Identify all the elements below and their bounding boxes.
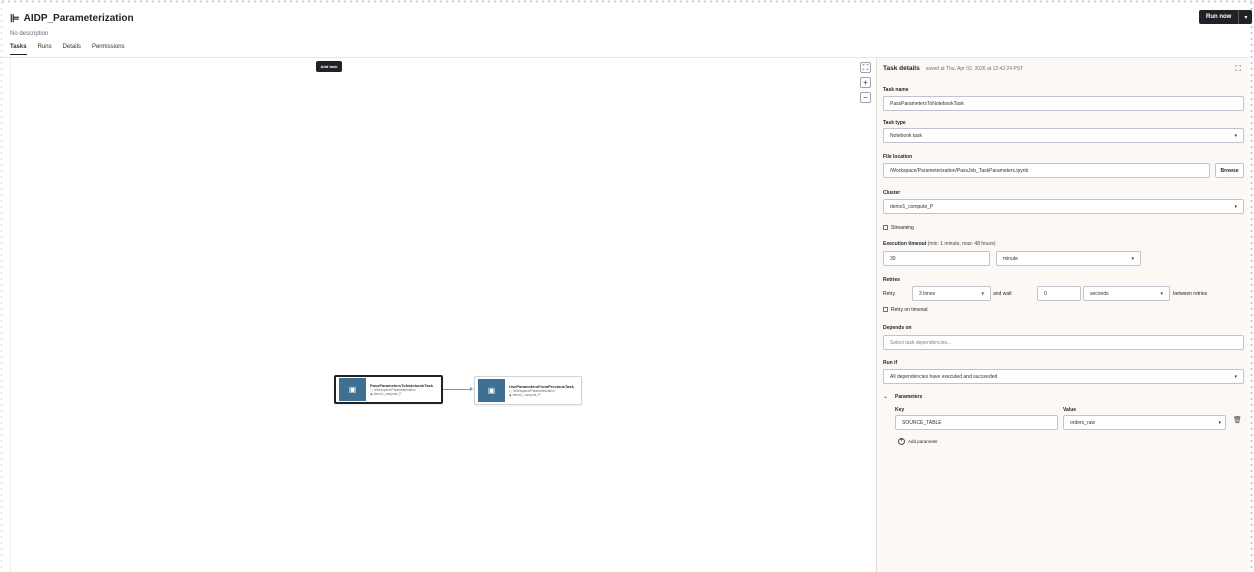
retry-on-timeout-checkbox[interactable] [883, 307, 888, 312]
task-type-label: Task type [883, 120, 906, 126]
task-name-label: Task name [883, 87, 909, 93]
value-column-header: Value [1063, 407, 1077, 413]
timeout-value-input[interactable]: 30 [883, 251, 990, 266]
job-icon: ⊫ [10, 13, 20, 25]
retry-wait-unit-select[interactable]: seconds ▾ [1083, 286, 1170, 301]
browse-button[interactable]: Browse [1215, 163, 1244, 178]
task-node[interactable]: ▣ UseParametersFromPreviousTask ▢ /Works… [474, 376, 582, 405]
job-tabs: Tasks Runs Details Permissions [10, 44, 125, 55]
job-description[interactable]: No description [10, 31, 134, 37]
retry-prefix: Retry [883, 291, 895, 297]
zoom-out-icon[interactable]: − [860, 92, 871, 103]
expand-icon[interactable]: ⛶ [1235, 64, 1241, 74]
run-now-group: Run now ▾ [1199, 10, 1253, 24]
saved-timestamp: saved at Thu, Apr 02, 2026 at 12:42:24 P… [925, 66, 1024, 72]
dependency-edge [443, 389, 471, 390]
run-if-label: Run if [883, 360, 898, 366]
notebook-icon: ▣ [339, 378, 366, 401]
chevron-down-icon: ▾ [981, 290, 984, 297]
chevron-down-icon: ▾ [1234, 203, 1237, 210]
top-border-decoration [0, 0, 1254, 3]
right-border-decoration [1249, 0, 1254, 572]
task-node-cluster: ◉ demo1_compute_P [509, 393, 541, 397]
task-name-input[interactable]: PassParametersToNotebookTask [883, 96, 1244, 111]
zoom-controls: ⛶ + − [860, 62, 871, 103]
chevron-down-icon: ▾ [1234, 373, 1237, 380]
chevron-down-icon: ▾ [1218, 419, 1221, 426]
depends-on-input[interactable]: Select task dependencies... [883, 335, 1244, 350]
panel-title: Task details [883, 65, 920, 72]
tab-tasks[interactable]: Tasks [10, 44, 27, 55]
run-now-button[interactable]: Run now [1199, 10, 1239, 24]
task-type-select[interactable]: Notebook task ▾ [883, 128, 1244, 143]
param-key-input[interactable]: SOURCE_TABLE [895, 415, 1058, 430]
task-node[interactable]: ▣ PassParametersToNotebookTask ▢ /Worksp… [334, 375, 443, 404]
retries-label: Retries [883, 277, 900, 283]
retry-on-timeout-label: Retry on timeout [891, 307, 928, 313]
param-value-select[interactable]: orders_raw ▾ [1063, 415, 1226, 430]
depends-on-label: Depends on [883, 325, 912, 331]
chevron-down-icon[interactable]: ⌄ [883, 393, 888, 400]
streaming-label: Streaming [891, 225, 914, 231]
tab-permissions[interactable]: Permissions [92, 44, 125, 55]
arrow-icon [470, 387, 473, 391]
job-header: ⊫ AIDP_Parameterization No description [10, 12, 134, 37]
add-task-button[interactable]: Add task [316, 61, 342, 72]
notebook-icon: ▣ [478, 379, 505, 402]
run-menu-chevron-icon[interactable]: ▾ [1238, 10, 1253, 24]
retry-and-wait-text: and wait [993, 291, 1012, 297]
cluster-label: Cluster [883, 190, 901, 196]
job-title[interactable]: AIDP_Parameterization [24, 13, 134, 24]
dag-canvas[interactable]: Add task ⛶ + − ▣ PassParametersToNoteboo… [10, 58, 876, 572]
chevron-down-icon: ▾ [1160, 290, 1163, 297]
file-location-label: File location [883, 154, 913, 160]
add-parameter-button[interactable]: Add parameter [908, 439, 938, 444]
key-column-header: Key [895, 407, 905, 413]
timeout-unit-select[interactable]: minute ▾ [996, 251, 1141, 266]
execution-timeout-label: Execution timeout (min: 1 minute, max: 4… [883, 241, 996, 247]
retry-count-select[interactable]: 3 times ▾ [912, 286, 991, 301]
task-node-cluster: ◉ demo1_compute_P [370, 392, 402, 396]
parameters-heading[interactable]: Parameters [895, 394, 922, 400]
run-if-select[interactable]: All dependencies have executed and succe… [883, 369, 1244, 384]
chevron-down-icon: ▾ [1234, 132, 1237, 139]
zoom-in-icon[interactable]: + [860, 77, 871, 88]
trash-icon[interactable]: 🗑 [1233, 416, 1242, 424]
cluster-select[interactable]: demo1_compute_P ▾ [883, 199, 1244, 214]
add-circle-icon[interactable]: + [898, 438, 905, 445]
retry-wait-input[interactable]: 0 [1037, 286, 1081, 301]
file-location-input[interactable]: /Workspace/Parameterization/PassJob_Task… [883, 163, 1210, 178]
streaming-checkbox[interactable] [883, 225, 888, 230]
chevron-down-icon: ▾ [1131, 255, 1134, 262]
tab-runs[interactable]: Runs [38, 44, 52, 55]
task-details-panel: Task details saved at Thu, Apr 02, 2026 … [876, 58, 1249, 572]
retry-between-text: between retries [1173, 291, 1208, 297]
fit-view-icon[interactable]: ⛶ [860, 62, 871, 73]
tab-details[interactable]: Details [63, 44, 81, 55]
left-border-decoration [0, 0, 3, 572]
